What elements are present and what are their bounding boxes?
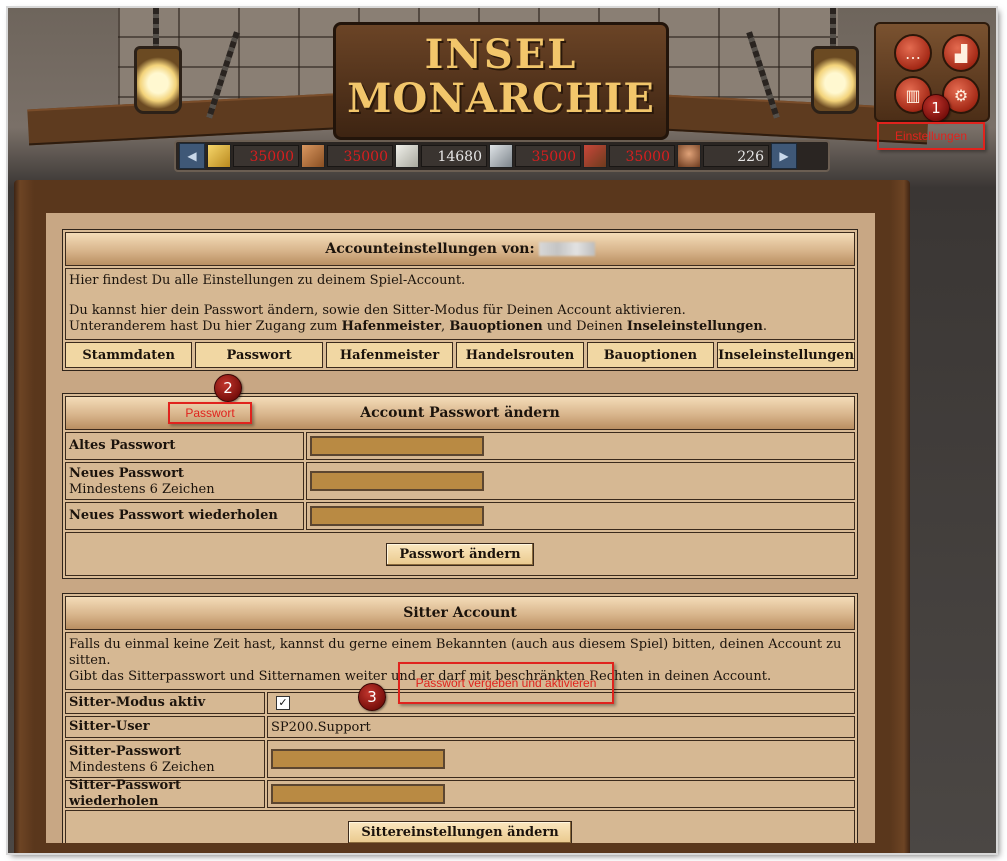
lantern-right-icon — [811, 46, 859, 114]
repeat-password-cell — [306, 502, 855, 530]
einstellungen-link[interactable]: Einstellungen — [877, 122, 985, 150]
sitter-password-cell — [267, 740, 855, 778]
intro-line1: Hier findest Du alle Einstellungen zu de… — [69, 273, 466, 288]
sitter-account-title: Sitter Account — [403, 605, 517, 621]
sitter-user-row: Sitter-User SP200.Support — [65, 716, 855, 738]
resource-bar: ◀ 35000 35000 14680 35000 35000 226 ▶ — [174, 140, 830, 172]
sitter-password-label: Sitter-Passwort Mindestens 6 Zeichen — [65, 740, 265, 778]
sitter-password-repeat-row: Sitter-Passwort wiederholen — [65, 778, 855, 809]
tab-hafenmeister[interactable]: Hafenmeister — [325, 342, 454, 368]
account-settings-header: Accounteinstellungen von: — [65, 232, 855, 266]
sitter-password-input[interactable] — [271, 749, 445, 769]
ranking-icon[interactable]: ▟ — [942, 34, 980, 72]
resource-value: 226 — [703, 145, 769, 167]
blurred-username — [538, 242, 595, 256]
game-logo: INSEL MONARCHIE — [333, 22, 669, 140]
tab-stammdaten[interactable]: Stammdaten — [65, 342, 193, 368]
tab-inseleinstellungen[interactable]: Inseleinstellungen — [717, 342, 856, 368]
content-area: Accounteinstellungen von: Hier findest D… — [46, 213, 875, 843]
resource-gold: 35000 — [207, 144, 299, 168]
step-badge-1: 1 — [922, 94, 950, 122]
repeat-password-input[interactable] — [310, 506, 484, 526]
logo-line1: INSEL — [424, 31, 578, 78]
step-badge-3: 3 — [358, 683, 386, 711]
sitter-button-cell: Sittereinstellungen ändern — [65, 810, 855, 843]
sitter-password-repeat-cell — [267, 780, 855, 808]
sitter-account-header: Sitter Account — [65, 596, 855, 630]
tab-handelsrouten[interactable]: Handelsrouten — [456, 342, 584, 368]
resource-value: 14680 — [421, 145, 487, 167]
old-password-input[interactable] — [310, 436, 484, 456]
gold-bar-icon — [207, 144, 231, 168]
resource-value: 35000 — [327, 145, 393, 167]
account-settings-box: Accounteinstellungen von: Hier findest D… — [62, 229, 858, 371]
chat-icon[interactable]: … — [894, 34, 932, 72]
new-password-row: Neues Passwort Mindestens 6 Zeichen — [65, 462, 855, 500]
arrow-left-icon[interactable]: ◀ — [179, 143, 205, 169]
resource-population: 226 — [677, 144, 769, 168]
logo-line2: MONARCHIE — [347, 75, 655, 122]
step-badge-2: 2 — [214, 374, 242, 402]
resource-value: 35000 — [233, 145, 299, 167]
population-icon — [677, 144, 701, 168]
sitter-password-repeat-input[interactable] — [271, 784, 445, 804]
password-button-cell: Passwort ändern — [65, 532, 855, 576]
change-sitter-settings-button[interactable]: Sittereinstellungen ändern — [348, 820, 572, 843]
sitter-user-label: Sitter-User — [65, 716, 265, 738]
account-intro: Hier findest Du alle Einstellungen zu de… — [65, 268, 855, 340]
repeat-password-row: Neues Passwort wiederholen — [65, 502, 855, 530]
sitter-annotation: Passwort vergeben und aktivieren — [398, 662, 614, 704]
tab-bauoptionen[interactable]: Bauoptionen — [586, 342, 715, 368]
old-password-label: Altes Passwort — [65, 432, 304, 460]
old-password-cell — [306, 432, 855, 460]
stone-icon — [395, 144, 419, 168]
sitter-password-row: Sitter-Passwort Mindestens 6 Zeichen — [65, 740, 855, 778]
sitter-password-repeat-label: Sitter-Passwort wiederholen — [65, 778, 265, 809]
tab-passwort[interactable]: Passwort — [195, 342, 323, 368]
sitter-account-box: Sitter Account Falls du einmal keine Zei… — [62, 593, 858, 843]
resource-stone: 14680 — [395, 144, 487, 168]
iron-bar-icon — [489, 144, 513, 168]
password-change-title: Account Passwort ändern — [360, 405, 560, 421]
sitter-mode-label: Sitter-Modus aktiv — [65, 692, 265, 714]
sitter-user-value: SP200.Support — [267, 716, 855, 738]
arrow-right-icon[interactable]: ▶ — [771, 143, 797, 169]
resource-tools: 35000 — [583, 144, 675, 168]
chain-icon — [153, 8, 159, 48]
intro-line3: Unteranderem hast Du hier Zugang zum Haf… — [69, 319, 767, 334]
settings-tabs: Stammdaten Passwort Hafenmeister Handels… — [65, 342, 856, 368]
tools-icon — [583, 144, 607, 168]
passwort-annotation: Passwort — [168, 402, 252, 424]
intro-line2: Du kannst hier dein Passwort ändern, sow… — [69, 303, 686, 318]
resource-iron: 35000 — [489, 144, 581, 168]
new-password-input[interactable] — [310, 471, 484, 491]
repeat-password-label: Neues Passwort wiederholen — [65, 502, 304, 530]
chain-icon — [830, 8, 836, 48]
change-password-button[interactable]: Passwort ändern — [386, 542, 534, 566]
old-password-row: Altes Passwort — [65, 432, 855, 460]
new-password-label: Neues Passwort Mindestens 6 Zeichen — [65, 462, 304, 500]
new-password-cell — [306, 462, 855, 500]
lantern-left-icon — [134, 46, 182, 114]
resource-value: 35000 — [515, 145, 581, 167]
resource-value: 35000 — [609, 145, 675, 167]
account-settings-title: Accounteinstellungen von: — [325, 241, 535, 257]
resource-copper: 35000 — [301, 144, 393, 168]
copper-bar-icon — [301, 144, 325, 168]
sitter-mode-checkbox[interactable]: ✓ — [276, 696, 290, 710]
